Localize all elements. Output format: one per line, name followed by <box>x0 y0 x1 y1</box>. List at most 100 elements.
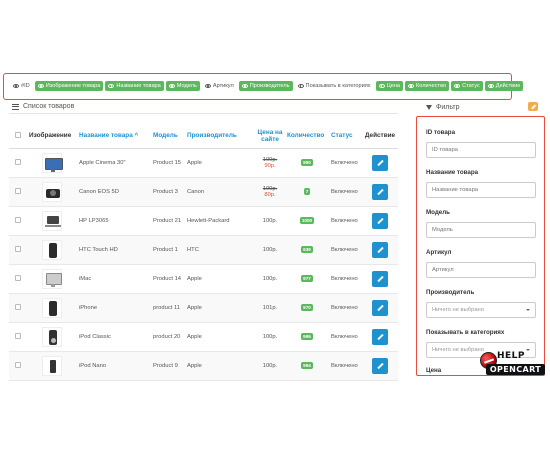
edit-button[interactable] <box>372 212 388 229</box>
table-row: iPod Nano Product 9 Apple 100р. 994 Включено <box>9 351 398 381</box>
edit-filter-button[interactable] <box>528 102 538 111</box>
product-model: Product 9 <box>151 351 185 381</box>
product-model: Product 3 <box>151 177 185 207</box>
quantity-badge: 994 <box>301 362 313 369</box>
row-checkbox[interactable] <box>15 216 21 223</box>
row-checkbox-cell[interactable] <box>9 177 27 207</box>
product-name: iMac <box>77 264 151 294</box>
column-toggle[interactable]: Артикул <box>201 81 237 91</box>
eye-icon <box>378 84 385 88</box>
filter-select[interactable]: Ничего не выбрано <box>426 302 536 318</box>
edit-button[interactable] <box>372 183 388 200</box>
row-checkbox[interactable] <box>15 274 21 281</box>
column-toggle[interactable]: Название товара <box>105 81 164 91</box>
column-quantity[interactable]: Количество <box>285 124 329 149</box>
row-checkbox-cell[interactable] <box>9 264 27 294</box>
eye-icon <box>297 84 304 88</box>
row-checkbox-cell[interactable] <box>9 148 27 178</box>
filter-input[interactable] <box>426 142 536 158</box>
logo-text-bottom: OPENCART <box>486 364 545 375</box>
row-checkbox[interactable] <box>15 303 21 310</box>
row-checkbox[interactable] <box>15 187 21 194</box>
column-toggle[interactable]: Производитель <box>238 81 293 91</box>
edit-button[interactable] <box>372 270 388 287</box>
row-checkbox-cell[interactable] <box>9 293 27 323</box>
column-name-label[interactable]: Название товара <box>79 132 133 139</box>
product-name: iPhone <box>77 293 151 323</box>
product-quantity-cell: 939 <box>285 235 329 265</box>
product-image-cell <box>27 264 77 294</box>
product-name: HTC Touch HD <box>77 235 151 265</box>
column-toggle[interactable]: #ID <box>10 81 33 91</box>
select-all-checkbox-cell[interactable] <box>9 124 27 149</box>
filter-select-value: Ничего не выбрано <box>432 347 484 353</box>
column-manufacturer[interactable]: Производитель <box>185 124 255 149</box>
product-status: Включено <box>329 206 362 236</box>
filter-input[interactable] <box>426 222 536 238</box>
pencil-icon <box>377 246 384 253</box>
action-cell <box>362 177 398 207</box>
product-price-cell: 100р. <box>255 264 285 294</box>
row-checkbox[interactable] <box>15 245 21 252</box>
column-name-sort[interactable]: Название товара ^ <box>77 124 151 149</box>
action-cell <box>362 148 398 178</box>
edit-button[interactable] <box>372 154 388 171</box>
column-toggle[interactable]: Изображение товара <box>34 81 104 91</box>
product-price: 100р. <box>262 275 278 282</box>
eye-icon <box>37 84 44 88</box>
filter-icon <box>426 104 432 110</box>
product-model: Product 1 <box>151 235 185 265</box>
pencil-icon <box>377 275 384 282</box>
column-toggle[interactable]: Количество <box>405 81 450 91</box>
quantity-badge: 1000 <box>299 217 315 224</box>
column-toggle[interactable]: Действие <box>484 81 524 91</box>
product-model: Product 21 <box>151 206 185 236</box>
list-icon <box>12 103 19 110</box>
column-toggle[interactable]: Модель <box>165 81 200 91</box>
product-name: iPod Classic <box>77 322 151 352</box>
eye-icon <box>408 84 415 88</box>
column-model[interactable]: Модель <box>151 124 185 149</box>
action-cell <box>362 293 398 323</box>
column-toggle[interactable]: Статус <box>451 81 483 91</box>
product-price-cell: 100р. <box>255 351 285 381</box>
filter-input[interactable] <box>426 182 536 198</box>
eye-icon <box>241 84 248 88</box>
column-toggle-label: Артикул <box>212 83 234 89</box>
product-manufacturer: Apple <box>185 293 255 323</box>
column-toggle[interactable]: Показывать в категориях <box>294 81 374 91</box>
filter-select-value: Ничего не выбрано <box>432 307 484 313</box>
pencil-icon <box>377 333 384 340</box>
column-status[interactable]: Статус <box>329 124 362 149</box>
product-quantity-cell: 977 <box>285 264 329 294</box>
product-model: Product 14 <box>151 264 185 294</box>
row-checkbox[interactable] <box>15 158 21 165</box>
row-checkbox[interactable] <box>15 332 21 339</box>
select-all-checkbox[interactable] <box>15 131 21 138</box>
edit-button[interactable] <box>372 357 388 374</box>
filter-input[interactable] <box>426 262 536 278</box>
edit-button[interactable] <box>372 328 388 345</box>
quantity-badge: 990 <box>301 159 313 166</box>
product-price: 101р. <box>262 304 278 311</box>
pencil-icon <box>377 188 384 195</box>
row-checkbox-cell[interactable] <box>9 322 27 352</box>
product-rows: Apple Cinema 30" Product 15 Apple 100р. 90р.… <box>9 148 398 381</box>
column-toggle-label: #ID <box>21 83 30 89</box>
product-model: product 11 <box>151 293 185 323</box>
eye-icon <box>168 84 175 88</box>
filter-field-label: Показывать в категориях <box>426 329 505 336</box>
nano-thumbnail-icon <box>42 355 62 376</box>
column-toggle[interactable]: Цена <box>375 81 404 91</box>
row-checkbox-cell[interactable] <box>9 206 27 236</box>
row-checkbox-cell[interactable] <box>9 235 27 265</box>
edit-button[interactable] <box>372 241 388 258</box>
row-checkbox-cell[interactable] <box>9 351 27 381</box>
eye-icon <box>13 84 19 88</box>
row-checkbox[interactable] <box>15 361 21 368</box>
column-price[interactable]: Цена на сайте <box>255 124 285 149</box>
product-price-cell: 100р. <box>255 206 285 236</box>
edit-button[interactable] <box>372 299 388 316</box>
phone-thumbnail-icon <box>42 297 62 318</box>
column-toggle-label: Показывать в категориях <box>305 83 371 89</box>
